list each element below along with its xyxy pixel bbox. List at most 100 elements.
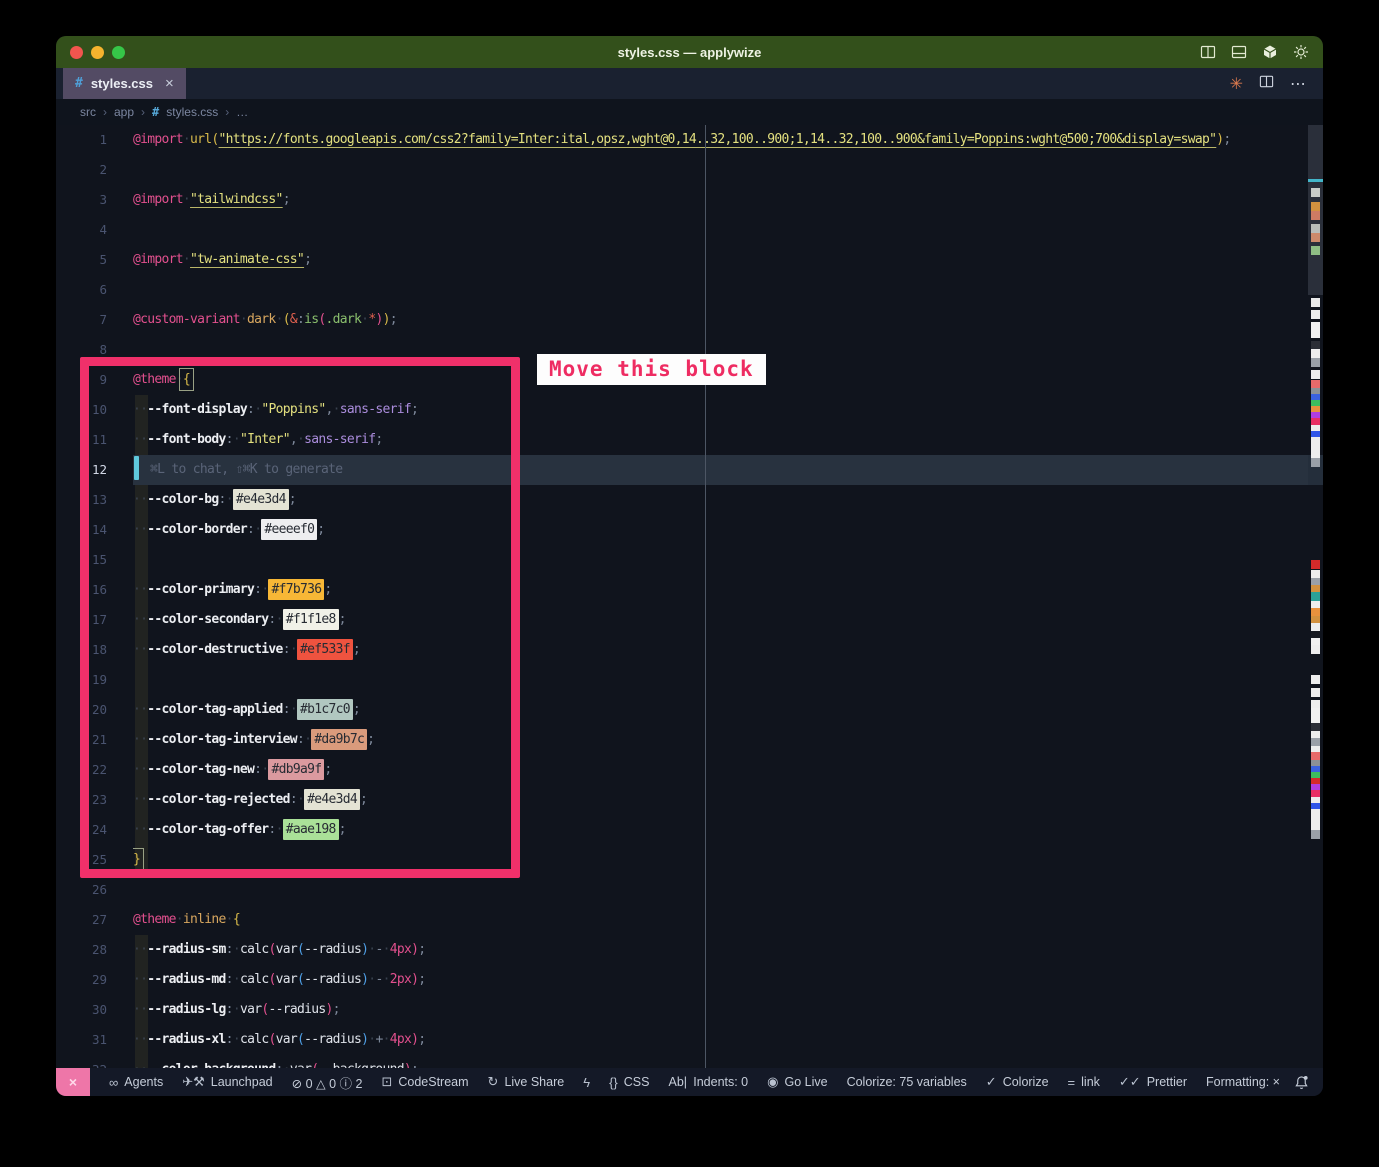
code-line[interactable]: 7@custom-variant·dark·(&:is(.dark·*)); [56, 305, 1323, 335]
code-line[interactable]: 29··--radius-md:·calc(var(--radius)·-·2p… [56, 965, 1323, 995]
tab-label: styles.css [91, 76, 153, 91]
css-file-icon[interactable]: # [152, 105, 159, 119]
token: ; [304, 252, 311, 267]
token: ·· [133, 1032, 147, 1047]
code-line[interactable]: 32··--color-background:·var(--background… [56, 1055, 1323, 1068]
statusbar-live-share[interactable]: ↻ Live Share [488, 1074, 565, 1090]
token: ( [318, 312, 325, 327]
statusbar-launchpad[interactable]: ✈⚒Launchpad [182, 1074, 272, 1090]
token: --radius [268, 1002, 325, 1017]
overview-decoration [1311, 830, 1320, 839]
code-text: ··--radius-lg:·var(--radius); [133, 995, 1323, 1025]
split-columns-icon[interactable] [1200, 44, 1216, 60]
code-line[interactable]: 28··--radius-sm:·calc(var(--radius)·-·4p… [56, 935, 1323, 965]
overview-decoration [1311, 675, 1320, 684]
split-editor-icon[interactable] [1259, 74, 1274, 94]
statusbar-abl[interactable]: Ab| [668, 1075, 687, 1089]
cube-icon[interactable] [1262, 44, 1278, 60]
breadcrumb-item[interactable]: app [114, 105, 134, 119]
statusbar-colorize[interactable]: ✓Colorize [986, 1074, 1049, 1090]
statusbar-lightning[interactable]: ϟ [583, 1075, 590, 1090]
token: --radius-md [147, 972, 225, 987]
code-line[interactable]: 3@import·"tailwindcss"; [56, 185, 1323, 215]
breadcrumb-item[interactable]: src [80, 105, 96, 119]
token: --radius [304, 942, 361, 957]
tab-close-icon[interactable]: × [165, 75, 174, 92]
token: ·· [133, 972, 147, 987]
token: : [226, 942, 233, 957]
breadcrumb-more[interactable]: … [236, 105, 248, 119]
live-share-icon: ↻ [488, 1074, 499, 1090]
annotation-box [80, 357, 520, 878]
token: · [176, 912, 183, 927]
gear-icon[interactable] [1293, 44, 1309, 60]
overview-decoration [1311, 592, 1320, 601]
token: · [276, 312, 283, 327]
code-text: @custom-variant·dark·(&:is(.dark·*)); [133, 305, 1323, 335]
statusbar-indents[interactable]: Indents: 0 [693, 1075, 748, 1089]
starburst-extension-icon[interactable]: ✳ [1230, 74, 1243, 94]
token: ( [268, 1032, 275, 1047]
statusbar-prettier[interactable]: ✓✓Prettier [1119, 1074, 1187, 1090]
editor: 1@import·url("https://fonts.googleapis.c… [56, 125, 1323, 1068]
remote-indicator[interactable]: × [56, 1068, 90, 1096]
token: inline [183, 912, 226, 927]
tab-styles-css[interactable]: # styles.css × [63, 68, 186, 99]
token: --radius-sm [147, 942, 225, 957]
overview-decoration [1311, 560, 1320, 569]
statusbar-codestream[interactable]: ⊡CodeStream [381, 1074, 468, 1090]
live-share-label: Live Share [504, 1075, 564, 1089]
token: var [240, 1002, 261, 1017]
statusbar-agents[interactable]: ∞Agents [109, 1075, 163, 1090]
token: · [283, 1062, 290, 1068]
minimize-window-button[interactable] [91, 46, 104, 59]
token: 2px [390, 972, 411, 987]
code-line[interactable]: 26 [56, 875, 1323, 905]
close-window-button[interactable] [70, 46, 83, 59]
token: ; [418, 1032, 425, 1047]
code-text [133, 215, 1323, 245]
line-number: 3 [56, 185, 133, 215]
notifications-bell-icon[interactable] [1294, 1068, 1323, 1096]
link-icon: = [1068, 1075, 1076, 1090]
code-line[interactable]: 2 [56, 155, 1323, 185]
token: ; [418, 942, 425, 957]
token: { [233, 912, 240, 927]
token: "tw-animate-css" [190, 252, 304, 267]
token: ; [411, 1062, 418, 1068]
token: · [233, 1002, 240, 1017]
token: calc [240, 972, 269, 987]
code-line[interactable]: 27@theme·inline·{ [56, 905, 1323, 935]
code-line[interactable]: 31··--radius-xl:·calc(var(--radius)·+·4p… [56, 1025, 1323, 1055]
layout-panel-icon[interactable] [1231, 44, 1247, 60]
code-line[interactable]: 5@import·"tw-animate-css"; [56, 245, 1323, 275]
statusbar-language-mode[interactable]: {}CSS [609, 1075, 649, 1090]
css-file-icon: # [75, 76, 83, 91]
statusbar-formatting[interactable]: Formatting: × [1206, 1075, 1280, 1089]
status-bar-left: × ∞Agents ✈⚒Launchpad ⊘ 0 △ 0 ⓘ 2 ⊡CodeStre… [56, 1068, 687, 1096]
token: ; [418, 972, 425, 987]
overview-decoration [1311, 298, 1320, 307]
maximize-window-button[interactable] [112, 46, 125, 59]
code-line[interactable]: 6 [56, 275, 1323, 305]
statusbar-diagnostics[interactable]: ⊘ 0 △ 0 ⓘ 2 [292, 1073, 363, 1092]
go-live-icon: ◉ [767, 1074, 778, 1090]
code-line[interactable]: 1@import·url("https://fonts.googleapis.c… [56, 125, 1323, 155]
formatting-label: Formatting: × [1206, 1075, 1280, 1089]
link-label: link [1081, 1075, 1100, 1089]
breadcrumb-item[interactable]: styles.css [166, 105, 218, 119]
statusbar-colorize-count[interactable]: Colorize: 75 variables [847, 1075, 967, 1089]
statusbar-go-live[interactable]: ◉Go Live [767, 1074, 827, 1090]
more-actions-icon[interactable]: ⋯ [1290, 74, 1307, 94]
line-number: 26 [56, 875, 133, 905]
code-text: @import·"tailwindcss"; [133, 185, 1323, 215]
code-line[interactable]: 30··--radius-lg:·var(--radius); [56, 995, 1323, 1025]
token: + [375, 1032, 382, 1047]
token: ( [268, 972, 275, 987]
code-line[interactable]: 4 [56, 215, 1323, 245]
token: · [383, 972, 390, 987]
annotation-label: Move this block [537, 354, 766, 385]
token: @import [133, 252, 183, 267]
statusbar-link[interactable]: = link [1068, 1075, 1100, 1090]
token: --radius [304, 1032, 361, 1047]
